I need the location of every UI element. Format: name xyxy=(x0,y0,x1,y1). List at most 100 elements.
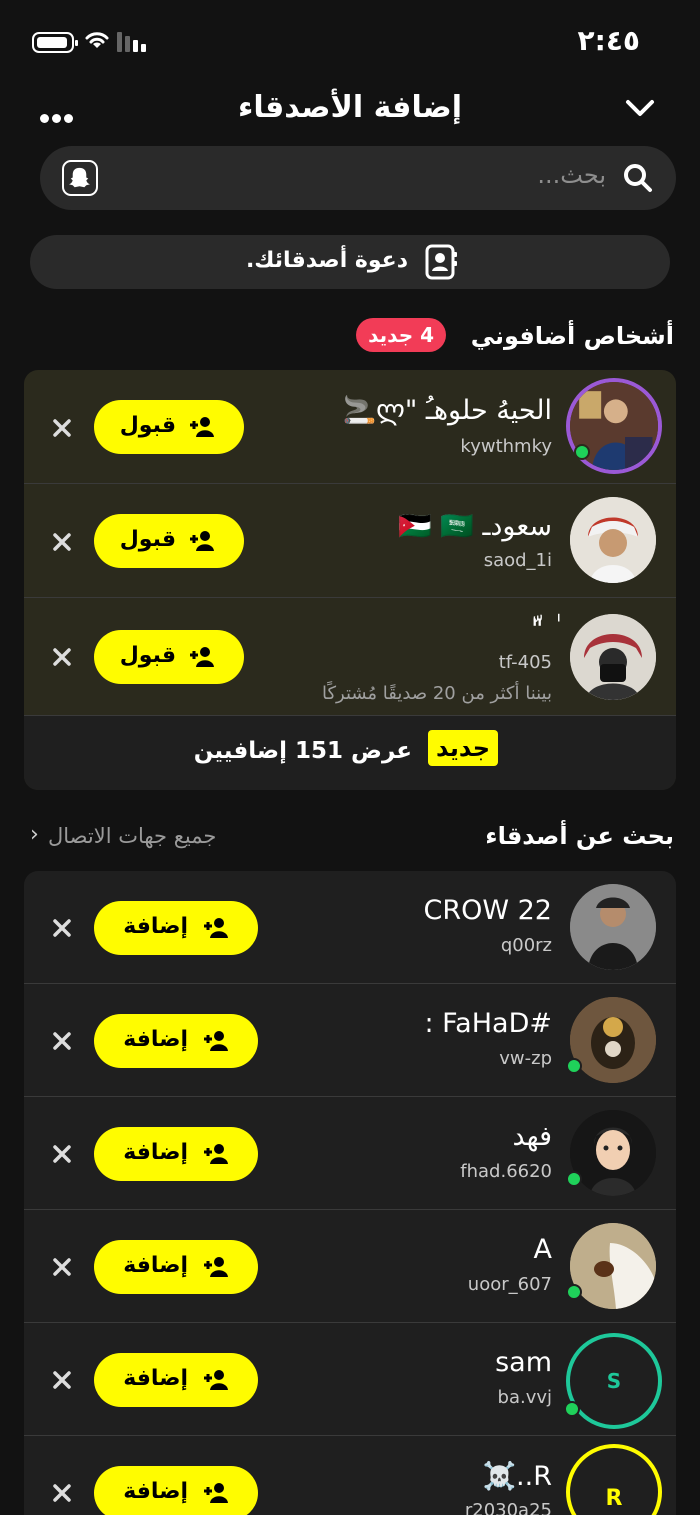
accept-label: قبول xyxy=(119,527,176,552)
online-status-dot xyxy=(574,444,590,460)
list-item[interactable]: ٰ "ّ tf-405 بيننا أكثر من 20 صديقًا مُشت… xyxy=(24,598,676,716)
new-count-badge: 4 جديد xyxy=(356,318,446,352)
added-me-title: أشخاص أضافوني xyxy=(470,322,674,350)
user-name: الحيهُ حلوهـُ "ლ🚬 xyxy=(342,395,552,426)
avatar[interactable] xyxy=(570,1110,656,1196)
add-friend-icon xyxy=(204,1483,228,1503)
add-label: إضافة xyxy=(123,914,188,939)
new-tag: جديد xyxy=(427,730,498,766)
accept-button[interactable]: قبول xyxy=(94,514,244,568)
avatar[interactable] xyxy=(570,884,656,970)
avatar-initial: R xyxy=(605,1486,623,1511)
contacts-book-icon xyxy=(425,244,457,280)
avatar[interactable]: R xyxy=(566,1444,662,1515)
user-handle: saod_1i xyxy=(483,550,552,571)
add-button[interactable]: إضافة xyxy=(94,1014,258,1068)
page-title: إضافة الأصدقاء xyxy=(237,90,462,125)
add-friend-icon xyxy=(204,1370,228,1390)
add-friend-icon xyxy=(204,1257,228,1277)
user-name: #FaHaD : xyxy=(424,1008,552,1039)
dismiss-icon[interactable] xyxy=(50,1142,74,1166)
find-friends-title: بحث عن أصدقاء xyxy=(485,822,674,850)
add-friends-screen: ٢:٤٥ إضافة الأصدقاء بحث... دعوة أصدقائك.… xyxy=(0,0,700,1515)
all-contacts-link[interactable]: جميع جهات الاتصال xyxy=(48,824,216,848)
dismiss-icon[interactable] xyxy=(50,645,74,669)
add-friend-icon xyxy=(204,1031,228,1051)
add-friend-icon xyxy=(204,1144,228,1164)
chevron-down-icon[interactable] xyxy=(624,96,656,120)
add-label: إضافة xyxy=(123,1479,188,1504)
header: إضافة الأصدقاء xyxy=(0,86,700,136)
online-status-dot xyxy=(566,1058,582,1074)
dismiss-icon[interactable] xyxy=(50,916,74,940)
user-name: sam xyxy=(495,1347,552,1378)
show-more-label: عرض 151 إضافيين xyxy=(193,738,412,764)
status-time: ٢:٤٥ xyxy=(577,24,640,57)
dismiss-icon[interactable] xyxy=(50,1029,74,1053)
chevron-left-icon[interactable]: ‹ xyxy=(30,822,39,847)
user-handle: ba.vvj xyxy=(497,1387,552,1408)
user-name: CROW 22 xyxy=(423,895,552,926)
search-icon xyxy=(624,164,652,192)
user-handle: uoor_607 xyxy=(467,1274,552,1295)
user-handle: q00rz xyxy=(500,935,552,956)
user-name: ٰ "ّ xyxy=(530,614,552,645)
add-button[interactable]: إضافة xyxy=(94,1240,258,1294)
wifi-icon xyxy=(85,32,109,48)
dismiss-icon[interactable] xyxy=(50,416,74,440)
invite-friends-label: دعوة أصدقائك. xyxy=(245,248,408,273)
dismiss-icon[interactable] xyxy=(50,1255,74,1279)
search-input[interactable]: بحث... xyxy=(537,161,606,189)
add-button[interactable]: إضافة xyxy=(94,901,258,955)
add-button[interactable]: إضافة xyxy=(94,1127,258,1181)
add-friend-icon xyxy=(190,531,214,551)
list-item[interactable]: الحيهُ حلوهـُ "ლ🚬 kywthmky قبول xyxy=(24,370,676,484)
cellular-signal-icon xyxy=(117,32,146,52)
snapcode-icon[interactable] xyxy=(62,160,98,196)
user-name: A xyxy=(533,1234,552,1265)
accept-button[interactable]: قبول xyxy=(94,630,244,684)
online-status-dot xyxy=(566,1171,582,1187)
show-more-row[interactable]: جديد عرض 151 إضافيين xyxy=(24,716,676,790)
add-label: إضافة xyxy=(123,1366,188,1391)
avatar[interactable] xyxy=(570,1223,656,1309)
list-item[interactable]: CROW 22 q00rz إضافة xyxy=(24,871,676,984)
list-item[interactable]: سعودـ 🇯🇴 🇸🇦 saod_1i قبول xyxy=(24,484,676,598)
user-name: سعودـ 🇯🇴 🇸🇦 xyxy=(398,511,552,542)
list-item[interactable]: A uoor_607 إضافة xyxy=(24,1210,676,1323)
list-item[interactable]: فهد fhad.6620 إضافة xyxy=(24,1097,676,1210)
user-handle: vw-zp xyxy=(499,1048,552,1069)
find-friends-card: CROW 22 q00rz إضافة #FaHaD : vw-zp إضافة xyxy=(24,871,676,1515)
mutual-friends-text: بيننا أكثر من 20 صديقًا مُشتركًا xyxy=(321,683,552,704)
dismiss-icon[interactable] xyxy=(50,530,74,554)
avatar-initial: S xyxy=(606,1369,622,1393)
add-label: إضافة xyxy=(123,1027,188,1052)
accept-label: قبول xyxy=(119,413,176,438)
add-label: إضافة xyxy=(123,1253,188,1278)
avatar[interactable] xyxy=(570,997,656,1083)
dismiss-icon[interactable] xyxy=(50,1368,74,1392)
user-name: فهد xyxy=(512,1121,552,1152)
invite-friends-button[interactable]: دعوة أصدقائك. xyxy=(30,235,670,289)
online-status-dot xyxy=(564,1401,580,1417)
online-status-dot xyxy=(566,1284,582,1300)
user-handle: r2030a25 xyxy=(464,1500,552,1515)
status-bar: ٢:٤٥ xyxy=(0,22,700,62)
list-item[interactable]: S sam ba.vvj إضافة xyxy=(24,1323,676,1436)
battery-icon xyxy=(32,32,78,53)
dismiss-icon[interactable] xyxy=(50,1481,74,1505)
add-button[interactable]: إضافة xyxy=(94,1353,258,1407)
avatar[interactable] xyxy=(570,497,656,583)
add-label: إضافة xyxy=(123,1140,188,1165)
add-friend-icon xyxy=(204,918,228,938)
list-item[interactable]: R R..☠️ r2030a25 إضافة xyxy=(24,1436,676,1515)
accept-label: قبول xyxy=(119,643,176,668)
avatar[interactable]: S xyxy=(566,1333,662,1429)
added-me-card: الحيهُ حلوهـُ "ლ🚬 kywthmky قبول سعودـ 🇯🇴… xyxy=(24,370,676,790)
add-friend-icon xyxy=(190,647,214,667)
add-button[interactable]: إضافة xyxy=(94,1466,258,1515)
search-bar[interactable]: بحث... xyxy=(40,146,676,210)
list-item[interactable]: #FaHaD : vw-zp إضافة xyxy=(24,984,676,1097)
avatar[interactable] xyxy=(570,614,656,700)
accept-button[interactable]: قبول xyxy=(94,400,244,454)
